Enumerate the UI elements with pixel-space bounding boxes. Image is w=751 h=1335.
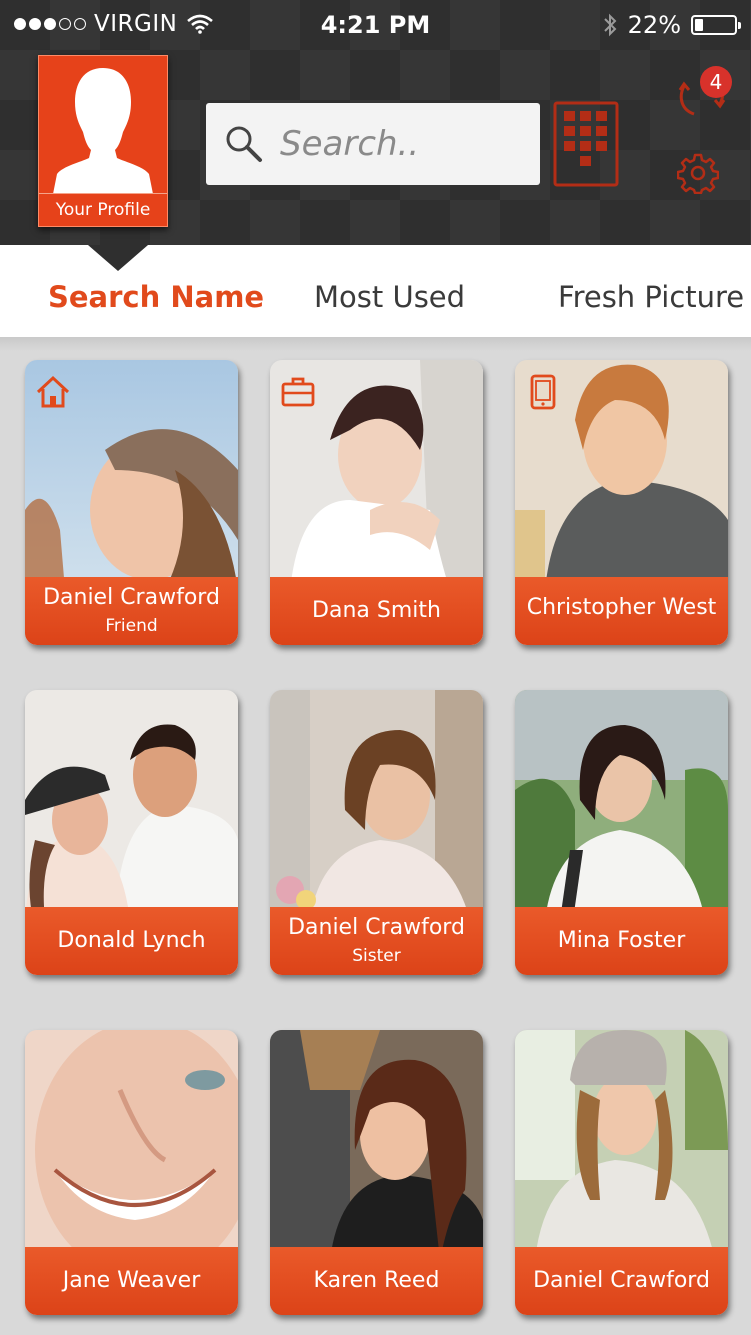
your-profile-button[interactable]: Your Profile [38, 55, 168, 227]
status-bar: VIRGIN 4:21 PM 22% [0, 0, 751, 52]
contact-name-band: Daniel Crawford Sister [270, 907, 483, 975]
contact-card[interactable]: Donald Lynch [25, 690, 238, 975]
keypad-icon[interactable] [553, 101, 619, 187]
contact-name: Daniel Crawford [533, 1268, 710, 1293]
search-input[interactable] [278, 123, 522, 165]
mobile-phone-icon [530, 374, 556, 410]
contact-relation: Sister [352, 946, 401, 966]
contact-card[interactable]: Mina Foster [515, 690, 728, 975]
gear-icon[interactable] [677, 152, 719, 194]
tab-search-name[interactable]: Search Name [48, 280, 264, 314]
contact-name: Donald Lynch [57, 928, 206, 953]
contact-name-band: Jane Weaver [25, 1247, 238, 1315]
contact-name-band: Dana Smith [270, 577, 483, 645]
contact-card[interactable]: Daniel Crawford [515, 1030, 728, 1315]
profile-silhouette-icon [53, 68, 153, 194]
home-icon [36, 375, 70, 408]
contact-relation: Friend [105, 616, 158, 636]
profile-label: Your Profile [39, 193, 167, 226]
contact-card[interactable]: Jane Weaver [25, 1030, 238, 1315]
briefcase-icon [281, 377, 315, 407]
contact-name: Daniel Crawford [288, 915, 465, 940]
contact-card[interactable]: Daniel Crawford Sister [270, 690, 483, 975]
contact-name: Daniel Crawford [43, 585, 220, 610]
search-bar[interactable] [206, 103, 540, 185]
contact-name-band: Donald Lynch [25, 907, 238, 975]
app-header: VIRGIN 4:21 PM 22% Your Profile Search..… [0, 0, 751, 245]
contact-card[interactable]: Dana Smith [270, 360, 483, 645]
contact-name: Karen Reed [313, 1268, 440, 1293]
battery-icon [691, 15, 741, 35]
tab-most-used[interactable]: Most Used [314, 280, 465, 314]
contact-name-band: Daniel Crawford Friend [25, 577, 238, 645]
contact-name-band: Mina Foster [515, 907, 728, 975]
status-right: 22% [602, 11, 741, 39]
contact-name: Dana Smith [312, 598, 441, 623]
contact-card[interactable]: Karen Reed [270, 1030, 483, 1315]
bluetooth-icon [603, 13, 617, 37]
active-tab-pointer [88, 245, 148, 271]
contact-name: Jane Weaver [62, 1268, 201, 1293]
contact-name: Mina Foster [557, 928, 686, 953]
contact-name-band: Christopher West [515, 577, 728, 645]
search-icon [226, 126, 262, 162]
contact-card[interactable]: Daniel Crawford Friend [25, 360, 238, 645]
contact-card[interactable]: Christopher West [515, 360, 728, 645]
sync-notification-badge: 4 [700, 66, 732, 98]
contact-name: Christopher West [526, 595, 717, 620]
tab-fresh-picture[interactable]: Fresh Picture [558, 280, 744, 314]
contact-name-band: Karen Reed [270, 1247, 483, 1315]
battery-level [695, 19, 703, 31]
contact-name-band: Daniel Crawford [515, 1247, 728, 1315]
battery-percent: 22% [627, 11, 681, 39]
